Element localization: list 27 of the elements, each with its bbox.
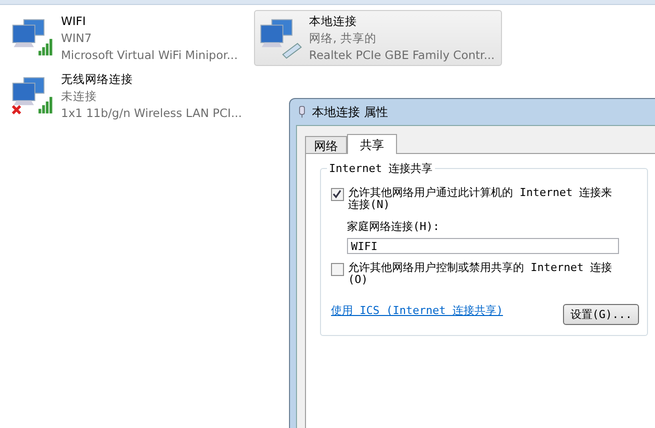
settings-button[interactable]: 设置(G)... <box>563 304 639 325</box>
ics-link[interactable]: 使用 ICS (Internet 连接共享) <box>331 303 503 318</box>
tab[interactable]: 网络 <box>305 136 347 153</box>
network-adapter-icon <box>11 75 55 117</box>
home-network-field[interactable]: WIFI <box>347 238 619 254</box>
window-title: 本地连接 属性 <box>312 104 388 120</box>
checkbox-label: 允许其他网络用户控制或禁用共享的 Internet 连接(O) <box>348 262 614 286</box>
adapter-name: 1x1 11b/g/n Wireless LAN PCI... <box>61 104 242 122</box>
connection-status: WIN7 <box>61 30 93 46</box>
connection-name: 本地连接 <box>309 12 358 30</box>
checkbox-label: 允许其他网络用户通过此计算机的 Internet 连接来连接(N) <box>348 187 614 211</box>
checkbox[interactable] <box>331 188 344 201</box>
plug-icon <box>298 105 306 119</box>
connection-name: 无线网络连接 <box>61 70 134 88</box>
connection-name: WIFI <box>61 12 87 30</box>
adapter-name: Realtek PCIe GBE Family Contr... <box>309 46 495 64</box>
adapter-name: Microsoft Virtual WiFi Minipor... <box>61 46 238 64</box>
field-label: 家庭网络连接(H): <box>347 219 440 234</box>
connection-status: 未连接 <box>61 88 98 104</box>
connection-item[interactable]: 无线网络连接 未连接 1x1 11b/g/n Wireless LAN PCI... <box>6 68 254 124</box>
connection-item[interactable]: 本地连接 网络, 共享的 Realtek PCIe GBE Family Contr... <box>254 10 502 66</box>
connection-status: 网络, 共享的 <box>309 30 378 46</box>
checkbox[interactable] <box>331 263 344 276</box>
tab[interactable]: 共享 <box>347 134 397 154</box>
group-title: Internet 连接共享 <box>327 161 435 176</box>
network-adapter-icon <box>259 17 303 59</box>
connection-item[interactable]: WIFI WIN7 Microsoft Virtual WiFi Minipor... <box>6 10 254 66</box>
